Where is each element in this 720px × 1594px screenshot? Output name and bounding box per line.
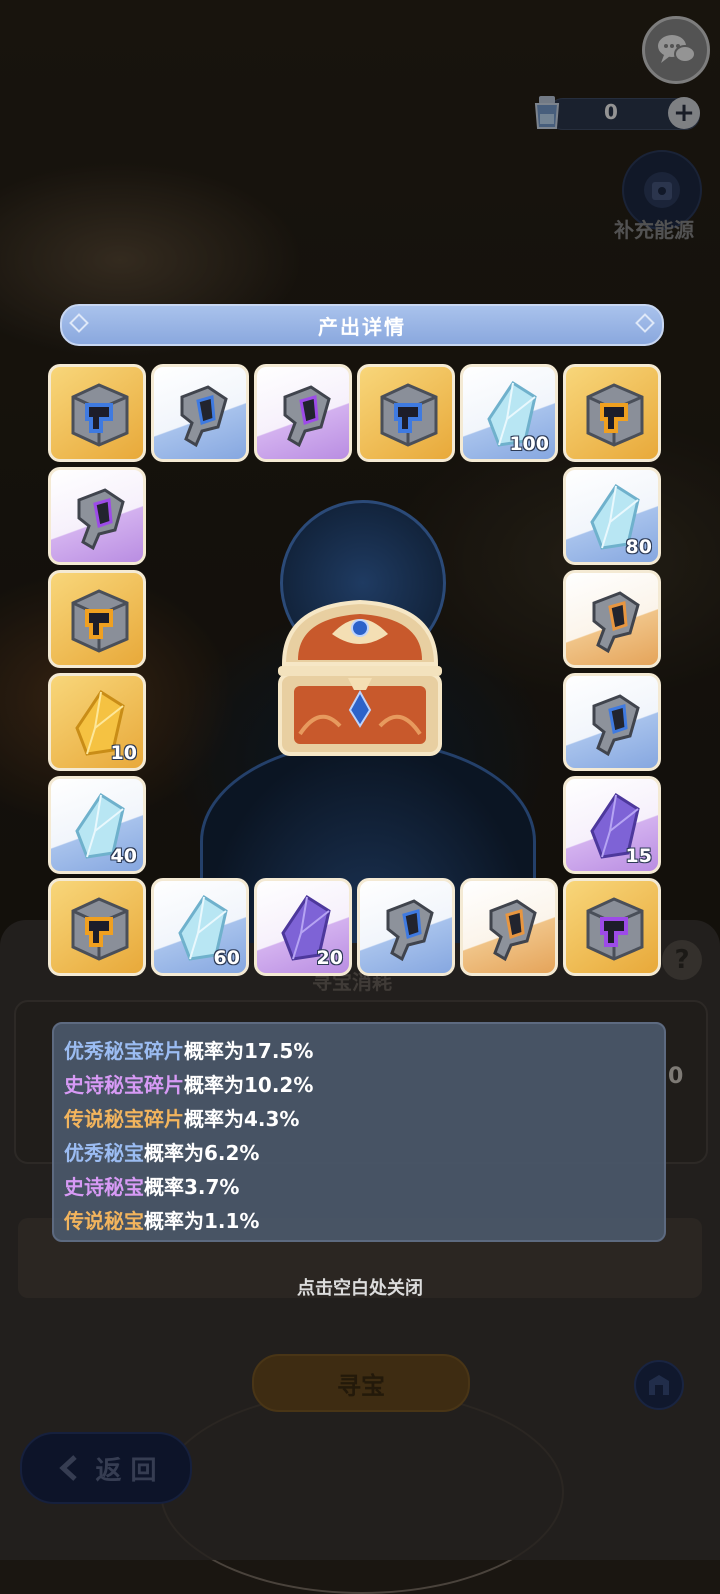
item-count: 15 [625, 845, 652, 867]
reward-tile-cube-relic[interactable] [48, 364, 146, 462]
item-count: 60 [213, 947, 240, 969]
probability-value: 概率为17.5% [184, 1039, 314, 1063]
reward-tile-relic-fragment[interactable] [151, 364, 249, 462]
treasure-chest-icon [278, 599, 442, 756]
item-count: 100 [509, 433, 549, 455]
reward-tile-purple-crystal[interactable]: 15 [563, 776, 661, 874]
reward-tile-purple-crystal[interactable]: 20 [254, 878, 352, 976]
reward-tile-cube-relic[interactable] [48, 570, 146, 668]
reward-tile-relic-fragment[interactable] [563, 673, 661, 771]
probability-line: 史诗秘宝碎片概率为10.2% [64, 1068, 664, 1102]
reward-tile-cube-relic[interactable] [48, 878, 146, 976]
item-count: 20 [316, 947, 343, 969]
reward-type-name: 史诗秘宝碎片 [64, 1073, 184, 1097]
reward-tile-cube-relic[interactable] [563, 878, 661, 976]
ornament-icon [635, 313, 655, 333]
probability-value: 概率为10.2% [184, 1073, 314, 1097]
modal-title-bar: 产出详情 [60, 304, 664, 346]
close-hint: 点击空白处关闭 [297, 1278, 423, 1299]
reward-type-name: 传说秘宝碎片 [64, 1107, 184, 1131]
probability-panel: 优秀秘宝碎片概率为17.5% 史诗秘宝碎片概率为10.2% 传说秘宝碎片概率为4.3… [52, 1022, 666, 1242]
probability-value: 概率为1.1% [144, 1209, 260, 1233]
probability-line: 优秀秘宝碎片概率为17.5% [64, 1034, 664, 1068]
reward-tile-relic-fragment[interactable] [48, 467, 146, 565]
probability-line: 传说秘宝概率为1.1% [64, 1204, 664, 1238]
reward-tile-cube-relic[interactable] [357, 364, 455, 462]
reward-tile-gold-crystal[interactable]: 10 [48, 673, 146, 771]
reward-tile-relic-fragment[interactable] [460, 878, 558, 976]
ornament-icon [69, 313, 89, 333]
item-count: 80 [625, 536, 652, 558]
item-count: 10 [110, 742, 137, 764]
probability-value: 概率为6.2% [144, 1141, 260, 1165]
reward-tile-crystal[interactable]: 60 [151, 878, 249, 976]
reward-tile-relic-fragment[interactable] [563, 570, 661, 668]
probability-value: 概率为4.3% [184, 1107, 300, 1131]
reward-tile-crystal[interactable]: 100 [460, 364, 558, 462]
item-count: 40 [110, 845, 137, 867]
reward-tile-relic-fragment[interactable] [254, 364, 352, 462]
probability-line: 史诗秘宝概率3.7% [64, 1170, 664, 1204]
reward-tile-crystal[interactable]: 80 [563, 467, 661, 565]
probability-value: 概率3.7% [144, 1175, 240, 1199]
reward-type-name: 优秀秘宝碎片 [64, 1039, 184, 1063]
reward-type-name: 史诗秘宝 [64, 1175, 144, 1199]
modal-title: 产出详情 [318, 314, 406, 339]
reward-tile-crystal[interactable]: 40 [48, 776, 146, 874]
probability-line: 优秀秘宝概率为6.2% [64, 1136, 664, 1170]
probability-line: 传说秘宝碎片概率为4.3% [64, 1102, 664, 1136]
reward-type-name: 优秀秘宝 [64, 1141, 144, 1165]
reward-tile-cube-relic[interactable] [563, 364, 661, 462]
reward-tile-relic-fragment[interactable] [357, 878, 455, 976]
reward-type-name: 传说秘宝 [64, 1209, 144, 1233]
